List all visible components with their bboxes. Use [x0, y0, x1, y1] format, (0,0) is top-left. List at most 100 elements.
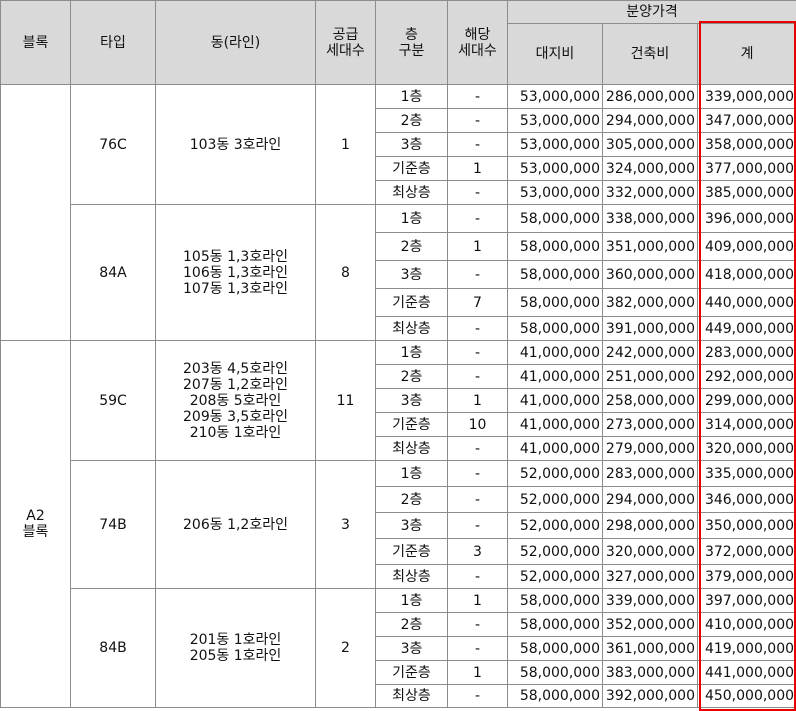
- dong-line: 209동 3,5호라인: [183, 408, 288, 425]
- type-cell: 76C: [70, 84, 156, 205]
- build-price-cell: 279,000,000: [602, 436, 698, 461]
- build-price-cell: 391,000,000: [602, 316, 698, 341]
- supply-cell: 8: [315, 204, 376, 341]
- header-block: 블록: [0, 0, 71, 85]
- total-price-cell: 449,000,000: [696, 316, 796, 341]
- land-price-cell: 58,000,000: [507, 316, 603, 341]
- header-units-line1: 해당: [464, 26, 491, 43]
- total-price-cell: 299,000,000: [696, 388, 796, 413]
- header-land: 대지비: [507, 23, 603, 85]
- build-price-cell: 352,000,000: [602, 612, 698, 637]
- floor-cell: 2층: [375, 108, 448, 133]
- units-cell: 1: [447, 660, 508, 685]
- units-cell: -: [447, 436, 508, 461]
- total-price-cell: 350,000,000: [696, 512, 796, 539]
- land-price-cell: 58,000,000: [507, 636, 603, 661]
- dong-line: 105동 1,3호라인: [183, 248, 288, 265]
- total-price-cell: 320,000,000: [696, 436, 796, 461]
- dong-cell: 203동 4,5호라인 207동 1,2호라인 208동 5호라인 209동 3,5호…: [155, 340, 316, 461]
- dong-line: 207동 1,2호라인: [183, 376, 288, 393]
- total-price-cell: 397,000,000: [696, 588, 796, 613]
- land-price-cell: 53,000,000: [507, 180, 603, 205]
- floor-cell: 기준층: [375, 660, 448, 685]
- table-row: 76C 103동 3호라인 1 1층 -53,000,000 286,000,000 339…: [0, 84, 796, 341]
- total-price-cell: 418,000,000: [696, 260, 796, 289]
- land-price-cell: 41,000,000: [507, 412, 603, 437]
- land-price-cell: 41,000,000: [507, 340, 603, 365]
- floor-cell: 3층: [375, 388, 448, 413]
- header-type: 타입: [70, 0, 156, 85]
- land-price-cell: 53,000,000: [507, 108, 603, 133]
- header-units: 해당 세대수: [447, 0, 508, 85]
- total-price-cell: 377,000,000: [696, 156, 796, 181]
- units-cell: -: [447, 132, 508, 157]
- floor-cell: 1층: [375, 84, 448, 109]
- price-table: 블록 타입 동(라인) 공급 세대수 층 구분 해당 세대수 분양가격 대지비 …: [0, 0, 796, 708]
- build-price-cell: 361,000,000: [602, 636, 698, 661]
- supply-cell: 3: [315, 460, 376, 589]
- header-floor: 층 구분: [375, 0, 448, 85]
- total-price-cell: 409,000,000: [696, 232, 796, 261]
- total-price-cell: 292,000,000: [696, 364, 796, 389]
- dong-cell: 201동 1호라인 205동 1호라인: [155, 588, 316, 708]
- units-cell: -: [447, 204, 508, 233]
- land-price-cell: 58,000,000: [507, 588, 603, 613]
- floor-cell: 기준층: [375, 538, 448, 565]
- dong-line: 201동 1호라인: [189, 632, 282, 648]
- header-dong: 동(라인): [155, 0, 316, 85]
- total-price-cell: 346,000,000: [696, 486, 796, 513]
- units-cell: 1: [447, 232, 508, 261]
- supply-cell: 2: [315, 588, 376, 708]
- land-price-cell: 58,000,000: [507, 204, 603, 233]
- units-cell: -: [447, 364, 508, 389]
- land-price-cell: 58,000,000: [507, 684, 603, 708]
- units-cell: -: [447, 684, 508, 708]
- total-price-cell: 450,000,000: [696, 684, 796, 708]
- floor-cell: 기준층: [375, 288, 448, 317]
- build-price-cell: 286,000,000: [602, 84, 698, 109]
- build-price-cell: 294,000,000: [602, 108, 698, 133]
- build-price-cell: 294,000,000: [602, 486, 698, 513]
- units-cell: -: [447, 486, 508, 513]
- total-price-cell: 339,000,000: [696, 84, 796, 109]
- header-supply-line2: 세대수: [326, 42, 365, 59]
- land-price-cell: 41,000,000: [507, 388, 603, 413]
- dong-cell: 206동 1,2호라인: [155, 460, 316, 589]
- table-row: 84B 201동 1호라인 205동 1호라인 2 1층 1 58,000,000 339,0…: [1, 588, 796, 708]
- table-row: 74B 206동 1,2호라인 3 1층 -52,000,000 283,000,000 3…: [1, 460, 796, 589]
- units-cell: 1: [447, 156, 508, 181]
- total-price-cell: 396,000,000: [696, 204, 796, 233]
- land-price-cell: 53,000,000: [507, 132, 603, 157]
- build-price-cell: 339,000,000: [602, 588, 698, 613]
- units-cell: 1: [447, 588, 508, 613]
- build-price-cell: 251,000,000: [602, 364, 698, 389]
- land-price-cell: 58,000,000: [507, 288, 603, 317]
- land-price-cell: 52,000,000: [507, 486, 603, 513]
- land-price-cell: 58,000,000: [507, 232, 603, 261]
- floor-cell: 1층: [375, 340, 448, 365]
- build-price-cell: 324,000,000: [602, 156, 698, 181]
- land-price-cell: 58,000,000: [507, 612, 603, 637]
- floor-cell: 최상층: [375, 180, 448, 205]
- header-price-group: 분양가격: [506, 0, 796, 24]
- table-row: 84A 105동 1,3호라인 106동 1,3호라인 107동 1,3호라인 8 1층 -…: [1, 204, 796, 341]
- build-price-cell: 298,000,000: [602, 512, 698, 539]
- supply-cell: 1: [315, 84, 376, 205]
- floor-cell: 기준층: [375, 412, 448, 437]
- floor-cell: 최상층: [375, 684, 448, 708]
- units-cell: -: [447, 260, 508, 289]
- floor-cell: 최상층: [375, 436, 448, 461]
- floor-cell: 3층: [375, 512, 448, 539]
- dong-line: 208동 5호라인: [189, 392, 282, 409]
- floor-cell: 최상층: [375, 564, 448, 589]
- dong-cell: 103동 3호라인: [155, 84, 316, 205]
- dong-line: 206동 1,2호라인: [183, 516, 288, 533]
- units-cell: 7: [447, 288, 508, 317]
- land-price-cell: 58,000,000: [507, 260, 603, 289]
- block-label: 블록: [22, 524, 49, 540]
- build-price-cell: 327,000,000: [602, 564, 698, 589]
- total-price-cell: 283,000,000: [696, 340, 796, 365]
- block-cell: [0, 84, 71, 341]
- dong-cell: 105동 1,3호라인 106동 1,3호라인 107동 1,3호라인: [155, 204, 316, 341]
- floor-cell: 1층: [375, 204, 448, 233]
